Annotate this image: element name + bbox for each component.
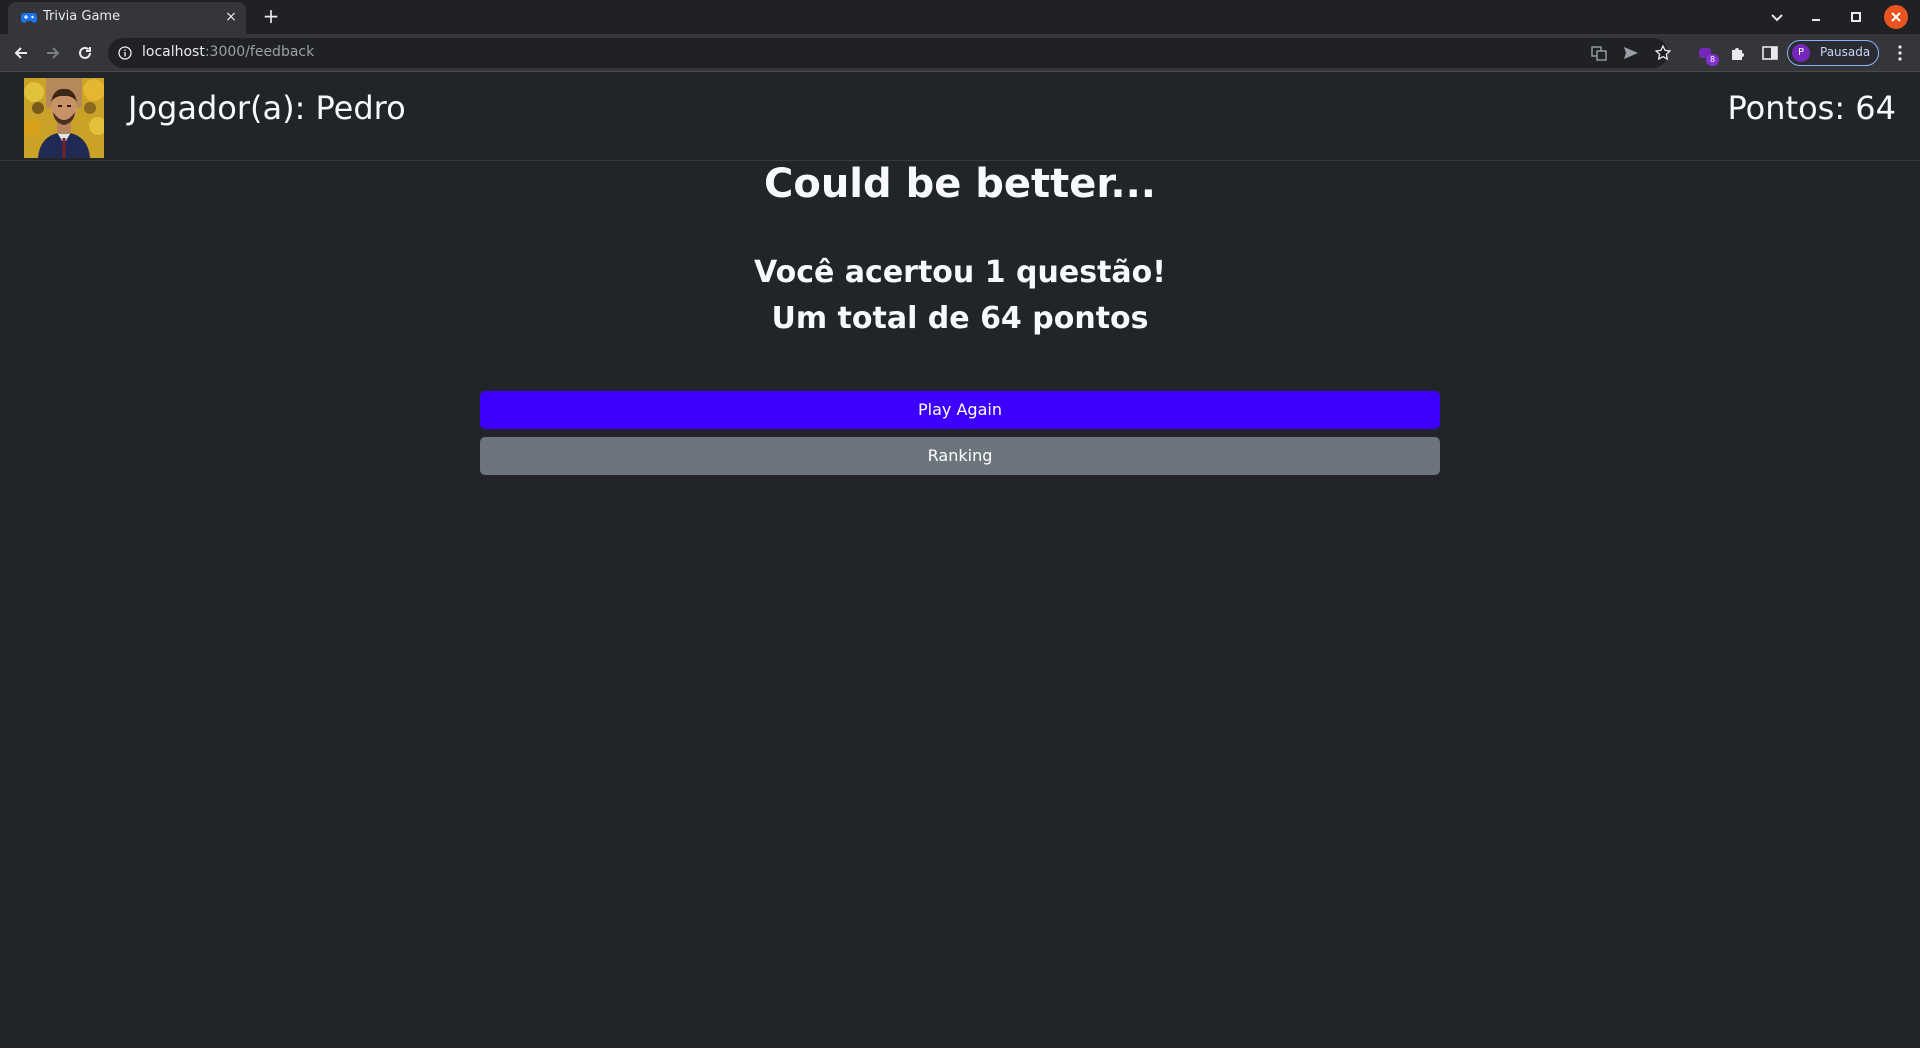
more-menu-icon[interactable]: [1890, 43, 1910, 63]
send-icon[interactable]: [1622, 44, 1640, 62]
page-content: Jogador(a): Pedro Pontos: 64 Could be be…: [0, 73, 1920, 1048]
maximize-icon[interactable]: [1845, 6, 1867, 28]
gamepad-icon: [21, 13, 37, 23]
url-path: :3000/feedback: [204, 44, 315, 60]
player-name: Jogador(a): Pedro: [128, 89, 406, 127]
info-icon[interactable]: [118, 46, 132, 60]
forward-arrow-icon[interactable]: [43, 43, 63, 63]
ranking-button[interactable]: Ranking: [480, 437, 1440, 475]
profile-avatar: P: [1792, 44, 1810, 62]
tab-title: Trivia Game: [43, 9, 121, 24]
close-window-icon[interactable]: [1884, 5, 1908, 29]
assertions-count: Você acertou 1 questão!: [754, 255, 1166, 290]
puzzle-icon[interactable]: [1728, 43, 1748, 63]
chevron-down-icon[interactable]: [1768, 8, 1786, 26]
browser-tab[interactable]: Trivia Game ×: [8, 2, 246, 34]
translate-icon[interactable]: [1590, 44, 1608, 62]
reload-icon[interactable]: [75, 43, 95, 63]
extension-badge: 8: [1706, 54, 1719, 66]
tab-close-icon[interactable]: ×: [222, 8, 240, 26]
game-header: Jogador(a): Pedro Pontos: 64: [0, 73, 1920, 161]
play-again-button[interactable]: Play Again: [480, 391, 1440, 429]
minimize-icon[interactable]: [1805, 6, 1827, 28]
header-score: Pontos: 64: [1727, 89, 1896, 127]
browser-toolbar: localhost:3000/feedback 8 P Pausada: [0, 34, 1920, 72]
url-text[interactable]: localhost:3000/feedback: [142, 44, 314, 60]
side-panel-icon[interactable]: [1760, 43, 1780, 63]
new-tab-button[interactable]: +: [260, 6, 282, 28]
star-icon[interactable]: [1654, 44, 1672, 62]
profile-button[interactable]: P Pausada: [1787, 40, 1879, 66]
player-photo: [24, 78, 104, 158]
address-bar[interactable]: localhost:3000/feedback: [108, 38, 1672, 68]
back-arrow-icon[interactable]: [11, 43, 31, 63]
feedback-message: Could be better...: [763, 161, 1156, 207]
url-host: localhost: [142, 44, 205, 60]
total-score: Um total de 64 pontos: [771, 301, 1149, 336]
tab-strip: Trivia Game × +: [0, 0, 1920, 34]
profile-label: Pausada: [1820, 45, 1871, 59]
player-avatar: [24, 78, 104, 158]
